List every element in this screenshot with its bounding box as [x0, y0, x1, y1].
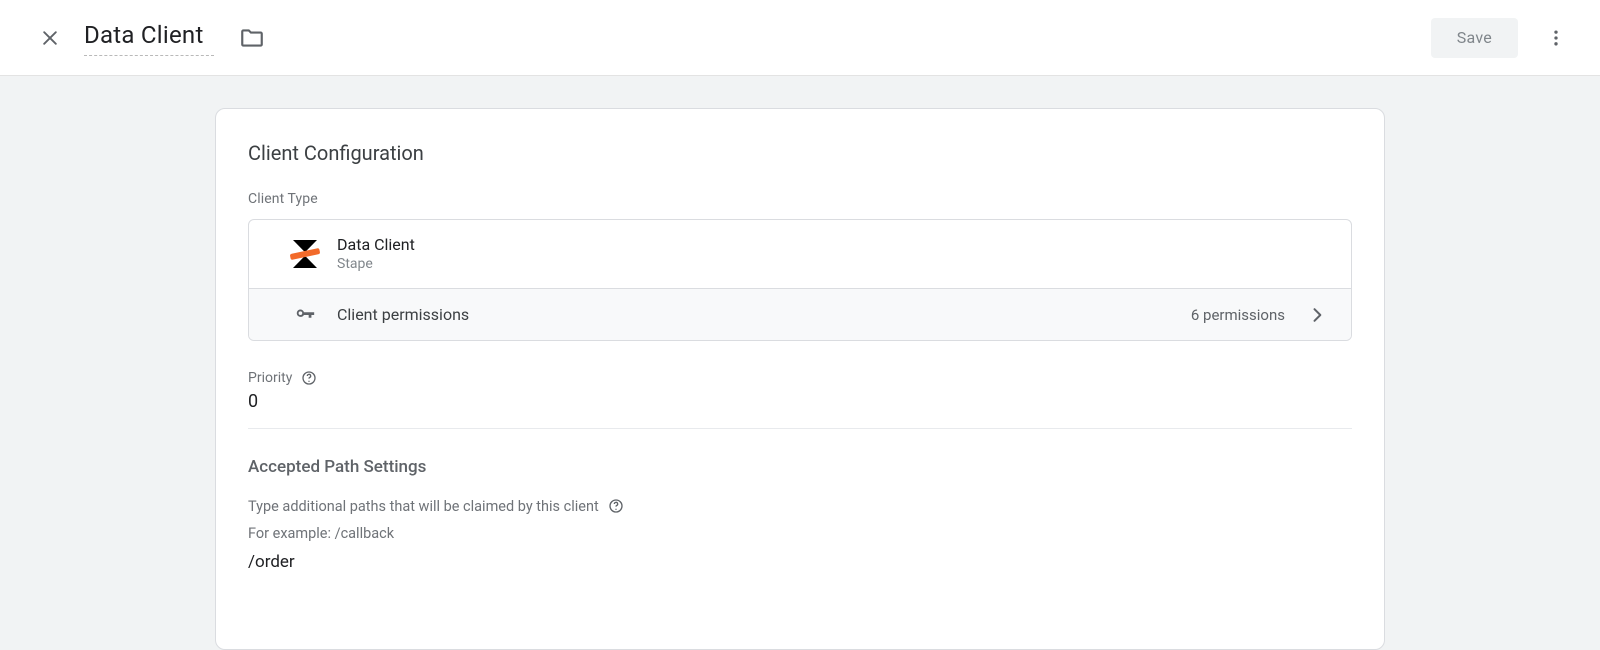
client-type-row[interactable]: Data Client Stape — [249, 220, 1351, 288]
client-type-box: Data Client Stape Client permissions 6 p… — [248, 219, 1352, 341]
client-permissions-count: 6 permissions — [1191, 306, 1285, 324]
client-permissions-row[interactable]: Client permissions 6 permissions — [249, 288, 1351, 340]
choose-folder-button[interactable] — [232, 18, 272, 58]
client-type-label: Client Type — [248, 191, 1352, 207]
more-actions-button[interactable] — [1536, 18, 1576, 58]
key-icon — [294, 304, 316, 326]
kebab-icon — [1546, 28, 1566, 48]
accepted-paths-example: For example: /callback — [248, 525, 1352, 542]
priority-label: Priority — [248, 370, 292, 386]
client-permissions-label: Client permissions — [337, 305, 1191, 324]
editor-topbar: Data Client Save — [0, 0, 1600, 76]
accepted-paths-help-button[interactable] — [607, 497, 625, 515]
close-button[interactable] — [30, 18, 70, 58]
close-icon — [40, 28, 60, 48]
editor-canvas: Client Configuration Client Type Data Cl… — [0, 76, 1600, 650]
priority-help-button[interactable] — [300, 369, 318, 387]
accepted-paths-help-text: Type additional paths that will be claim… — [248, 498, 599, 515]
client-type-name: Data Client — [337, 235, 1327, 255]
client-type-vendor: Stape — [337, 255, 1327, 273]
client-name-input[interactable]: Data Client — [84, 19, 214, 56]
section-divider — [248, 428, 1352, 429]
folder-icon — [239, 25, 265, 51]
client-configuration-card: Client Configuration Client Type Data Cl… — [215, 108, 1385, 650]
chevron-right-icon — [1307, 305, 1327, 325]
priority-value[interactable]: 0 — [248, 391, 1352, 412]
stape-logo-icon — [291, 240, 319, 268]
help-icon — [301, 370, 317, 386]
help-icon — [608, 498, 624, 514]
accepted-path-input[interactable] — [248, 552, 1352, 572]
save-button[interactable]: Save — [1431, 18, 1518, 58]
accepted-paths-title: Accepted Path Settings — [248, 457, 1352, 477]
card-title: Client Configuration — [248, 141, 1352, 165]
